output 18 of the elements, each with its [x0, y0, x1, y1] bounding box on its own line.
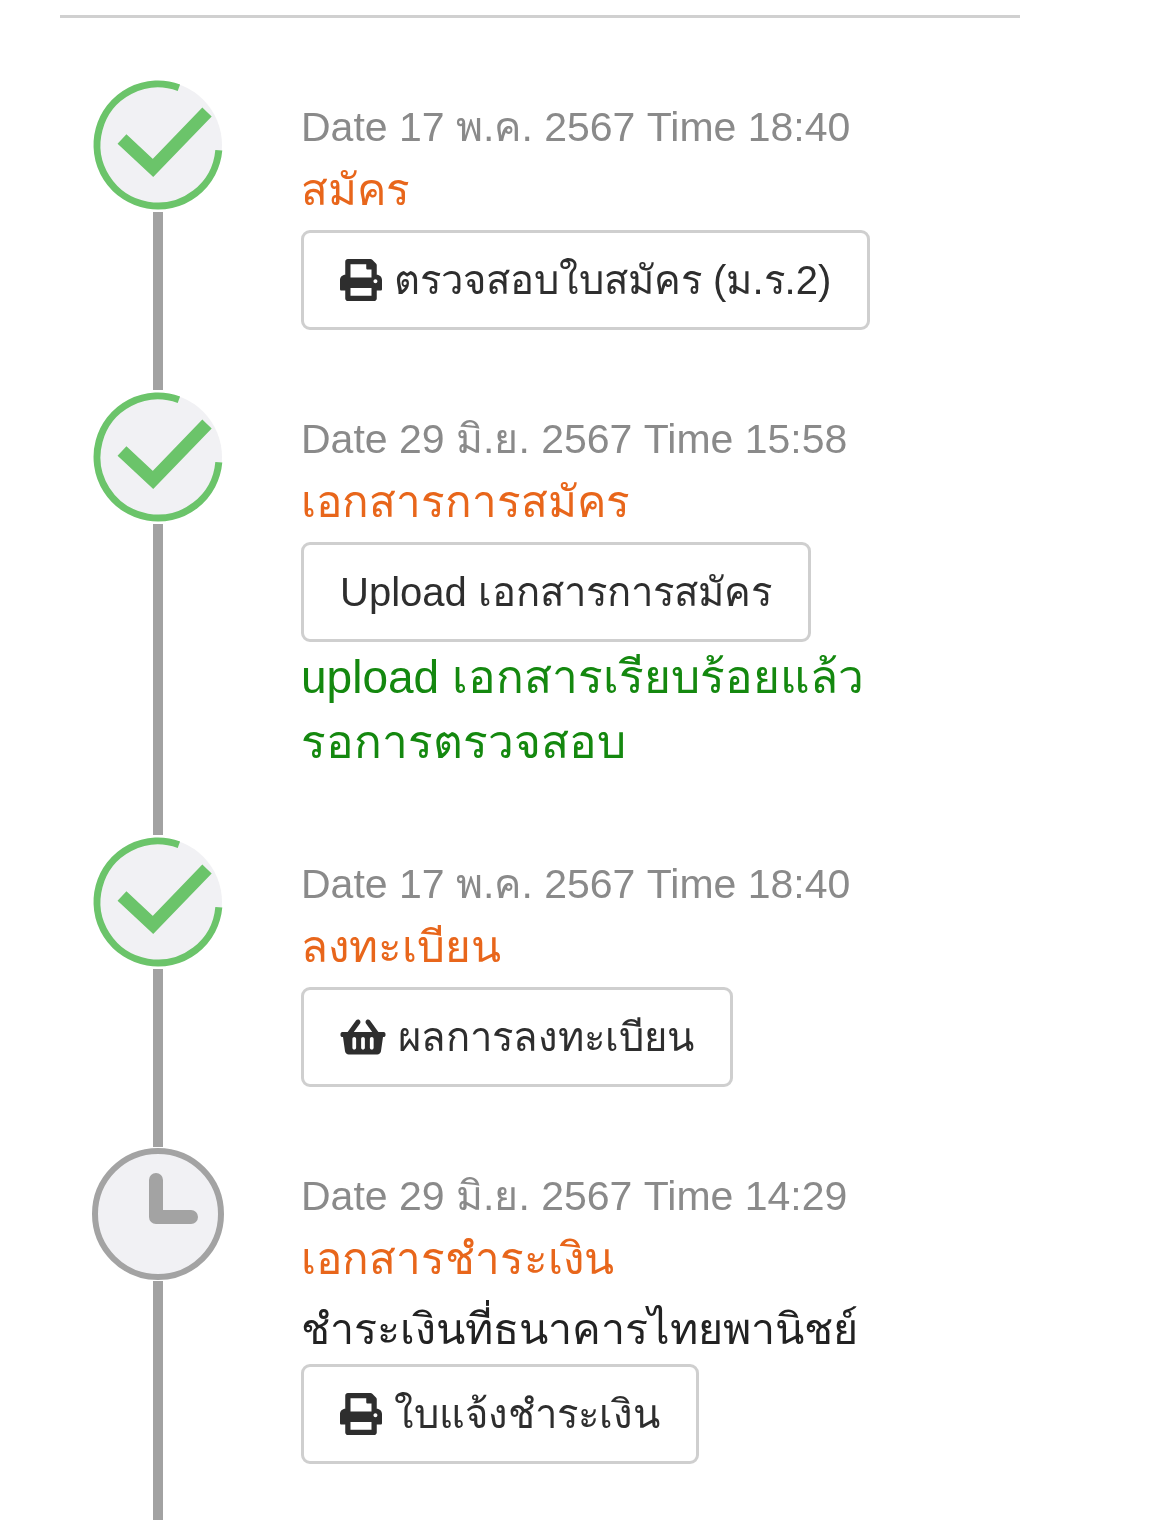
status-note: รอการตรวจสอบ — [301, 715, 626, 770]
basket-icon — [340, 1017, 386, 1057]
results-button[interactable]: ผลการลงทะเบียน — [301, 987, 733, 1087]
step-date: Date 17 พ.ค. 2567 Time 18:40 — [301, 103, 851, 152]
printer-icon — [340, 259, 382, 301]
print-button[interactable]: ใบแจ้งชำระเงิน — [301, 1364, 699, 1464]
step-title: ลงทะเบียน — [301, 921, 501, 973]
step-title: สมัคร — [301, 164, 410, 216]
upload-button[interactable]: Upload เอกสารการสมัคร — [301, 542, 811, 642]
step-date: Date 29 มิ.ย. 2567 Time 14:29 — [301, 1172, 848, 1221]
print-button[interactable]: ตรวจสอบใบสมัคร (ม.ร.2) — [301, 230, 871, 330]
step-date: Date 17 พ.ค. 2567 Time 18:40 — [301, 860, 851, 909]
status-note: upload เอกสารเรียบร้อยแล้ว — [301, 650, 864, 705]
step-title: เอกสารการสมัคร — [301, 476, 630, 528]
printer-icon — [340, 1393, 382, 1435]
step-title: เอกสารชำระเงิน — [301, 1233, 614, 1285]
step-description: ชำระเงินที่ธนาคารไทยพานิชย์ — [301, 1297, 858, 1361]
step-date: Date 29 มิ.ย. 2567 Time 15:58 — [301, 415, 848, 464]
